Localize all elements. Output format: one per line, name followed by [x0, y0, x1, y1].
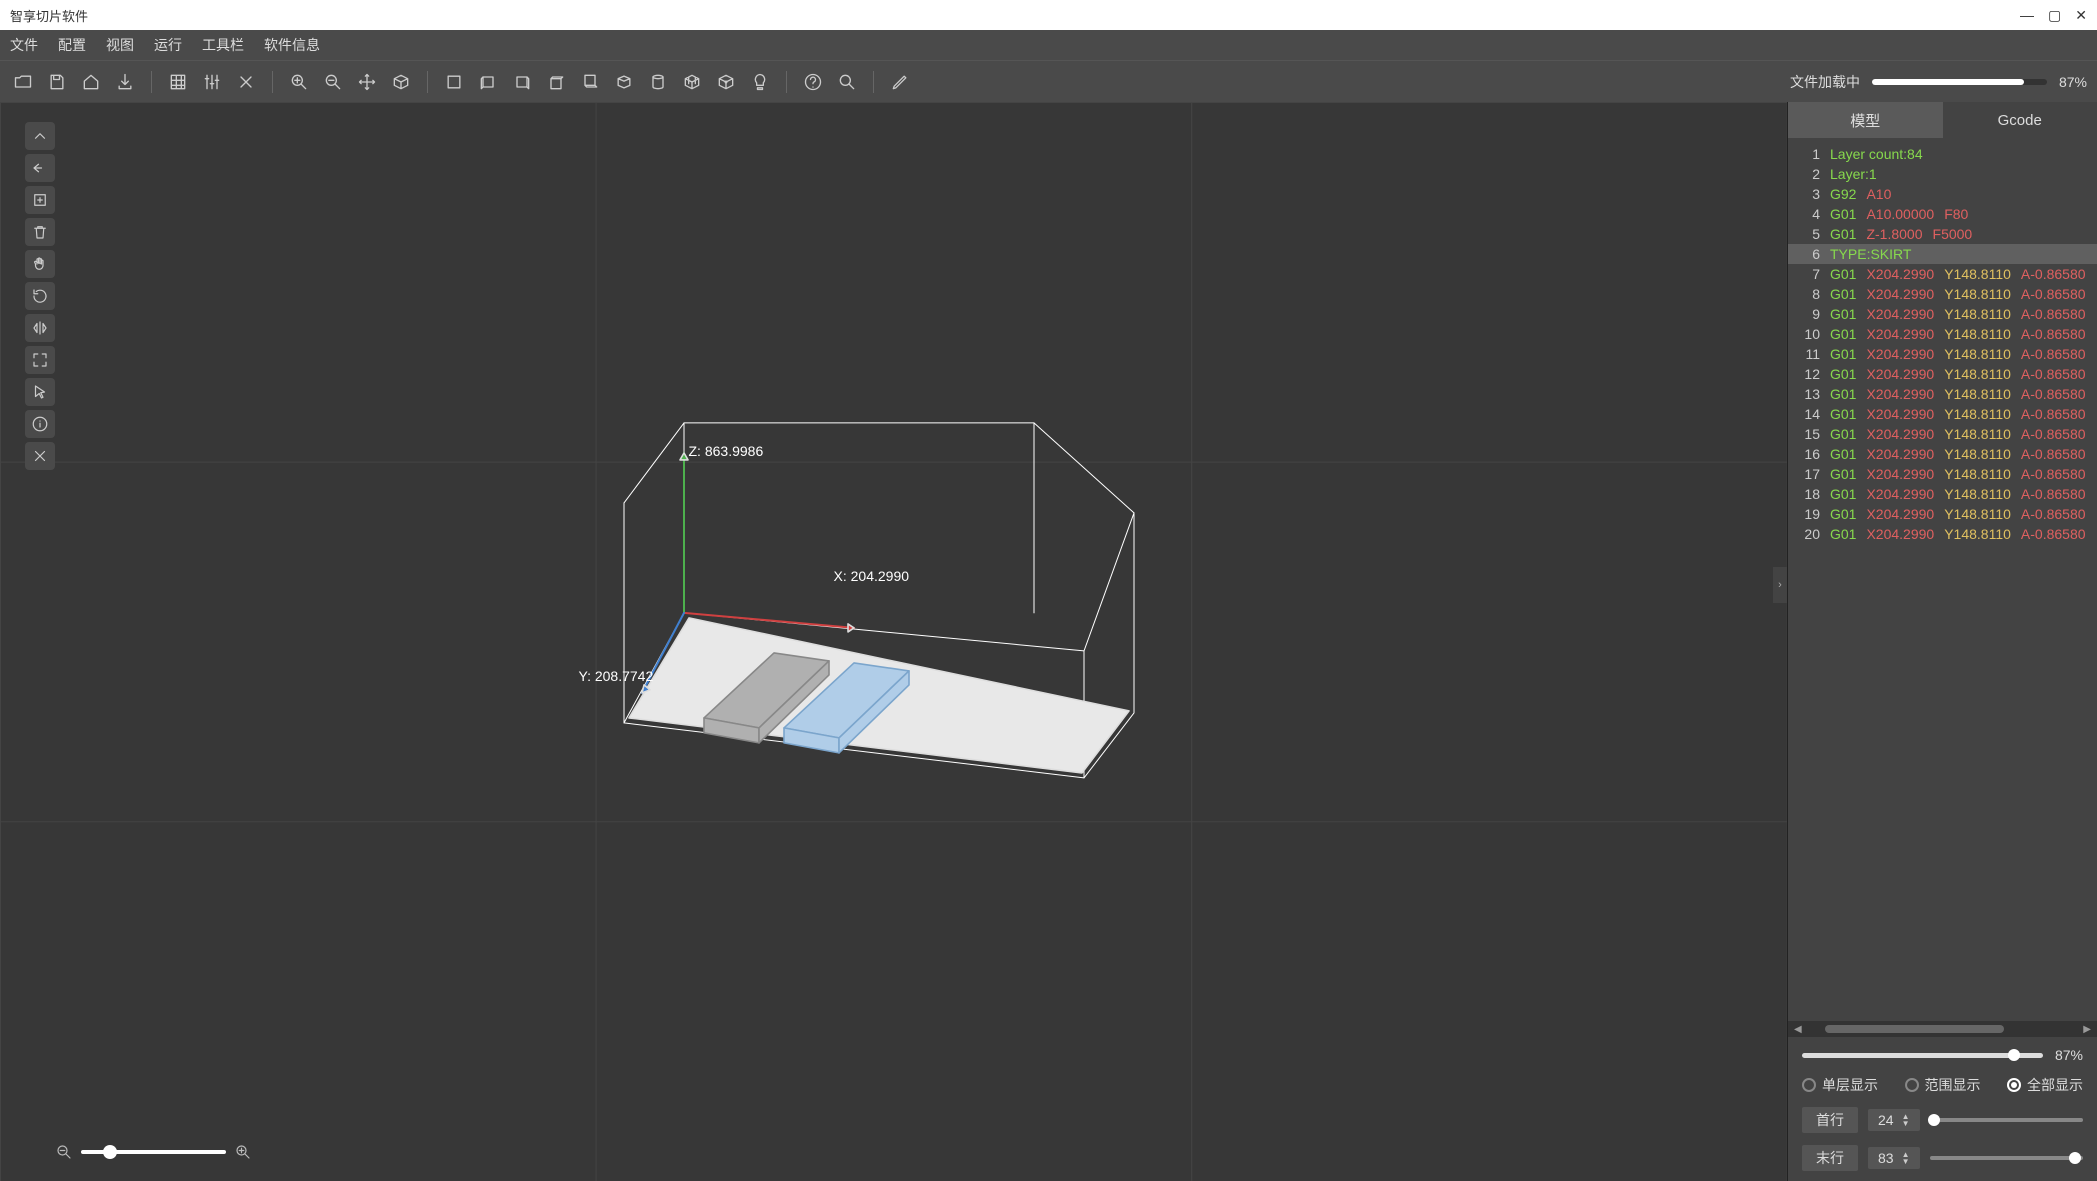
- gcode-row[interactable]: 19G01X204.2990Y148.8110A-0.86580: [1788, 504, 2097, 524]
- menu-config[interactable]: 配置: [58, 35, 86, 55]
- last-line-slider[interactable]: [1930, 1156, 2084, 1160]
- gcode-row[interactable]: 9G01X204.2990Y148.8110A-0.86580: [1788, 304, 2097, 324]
- radio-range[interactable]: 范围显示: [1905, 1075, 1981, 1095]
- radio-all[interactable]: 全部显示: [2007, 1075, 2083, 1095]
- z-axis-label: Z: 863.9986: [689, 442, 764, 458]
- zoom-out-icon[interactable]: [55, 1143, 73, 1161]
- cube-icon[interactable]: [388, 69, 414, 95]
- loading-pct: 87%: [2059, 74, 2087, 90]
- view-front-icon[interactable]: [441, 69, 467, 95]
- help-icon[interactable]: [800, 69, 826, 95]
- export-icon[interactable]: [112, 69, 138, 95]
- add-layer-icon[interactable]: [25, 186, 55, 214]
- loading-label: 文件加载中: [1790, 72, 1860, 92]
- tab-model[interactable]: 模型: [1788, 102, 1943, 138]
- gcode-row[interactable]: 18G01X204.2990Y148.8110A-0.86580: [1788, 484, 2097, 504]
- gcode-row[interactable]: 12G01X204.2990Y148.8110A-0.86580: [1788, 364, 2097, 384]
- toolbar: 文件加载中 87%: [0, 60, 2097, 102]
- gcode-row[interactable]: 14G01X204.2990Y148.8110A-0.86580: [1788, 404, 2097, 424]
- search-icon[interactable]: [834, 69, 860, 95]
- gcode-row[interactable]: 10G01X204.2990Y148.8110A-0.86580: [1788, 324, 2097, 344]
- tools-icon[interactable]: [25, 442, 55, 470]
- gcode-row[interactable]: 16G01X204.2990Y148.8110A-0.86580: [1788, 444, 2097, 464]
- pan-icon[interactable]: [25, 250, 55, 278]
- gcode-hscroll[interactable]: ◀▶: [1788, 1021, 2097, 1037]
- fullscreen-icon[interactable]: [25, 346, 55, 374]
- gcode-row[interactable]: 7G01X204.2990Y148.8110A-0.86580: [1788, 264, 2097, 284]
- zoom-slider[interactable]: [55, 1143, 252, 1161]
- title-bar: 智享切片软件 — ▢ ✕: [0, 0, 2097, 30]
- close-button[interactable]: ✕: [2075, 7, 2087, 24]
- side-panel: 模型 Gcode 1Layer count:842Layer:13G92A104…: [1787, 102, 2097, 1181]
- load-progress: [1872, 79, 2047, 85]
- first-line-slider[interactable]: [1930, 1118, 2084, 1122]
- collapse-panel-icon[interactable]: ›: [1773, 567, 1787, 603]
- home-icon[interactable]: [78, 69, 104, 95]
- view-top-icon[interactable]: [543, 69, 569, 95]
- view-iso-icon[interactable]: [611, 69, 637, 95]
- view-left-icon[interactable]: [475, 69, 501, 95]
- gcode-row[interactable]: 1Layer count:84: [1788, 144, 2097, 164]
- chevron-up-icon[interactable]: [25, 122, 55, 150]
- light-icon[interactable]: [747, 69, 773, 95]
- menu-view[interactable]: 视图: [106, 35, 134, 55]
- sliders-icon[interactable]: [199, 69, 225, 95]
- menu-toolbar[interactable]: 工具栏: [202, 35, 244, 55]
- last-line-label: 末行: [1802, 1145, 1858, 1171]
- x-axis-label: X: 204.2990: [834, 567, 910, 583]
- gcode-row[interactable]: 11G01X204.2990Y148.8110A-0.86580: [1788, 344, 2097, 364]
- radio-single-layer[interactable]: 单层显示: [1802, 1075, 1878, 1095]
- view-right-icon[interactable]: [509, 69, 535, 95]
- cursor-icon[interactable]: [25, 378, 55, 406]
- app-title: 智享切片软件: [10, 6, 88, 25]
- zoom-in-icon[interactable]: [286, 69, 312, 95]
- gcode-row[interactable]: 20G01X204.2990Y148.8110A-0.86580: [1788, 524, 2097, 544]
- mirror-icon[interactable]: [25, 314, 55, 342]
- gcode-row[interactable]: 4G01A10.00000F80: [1788, 204, 2097, 224]
- menu-bar: 文件 配置 视图 运行 工具栏 软件信息: [0, 30, 2097, 60]
- info-icon[interactable]: [25, 410, 55, 438]
- grid-icon[interactable]: [165, 69, 191, 95]
- wireframe-icon[interactable]: [679, 69, 705, 95]
- undo-icon[interactable]: [25, 154, 55, 182]
- minimize-button[interactable]: —: [2020, 7, 2034, 24]
- wrench-icon[interactable]: [233, 69, 259, 95]
- gcode-row[interactable]: 5G01Z-1.8000F5000: [1788, 224, 2097, 244]
- maximize-button[interactable]: ▢: [2048, 7, 2061, 24]
- first-line-label: 首行: [1802, 1107, 1858, 1133]
- menu-run[interactable]: 运行: [154, 35, 182, 55]
- gcode-row[interactable]: 17G01X204.2990Y148.8110A-0.86580: [1788, 464, 2097, 484]
- gcode-row[interactable]: 8G01X204.2990Y148.8110A-0.86580: [1788, 284, 2097, 304]
- trash-icon[interactable]: [25, 218, 55, 246]
- viewport-3d[interactable]: Z: 863.9986 X: 204.2990 Y: 208.7742: [0, 102, 1787, 1181]
- build-volume: Z: 863.9986 X: 204.2990 Y: 208.7742: [604, 412, 1184, 807]
- last-line-spinner[interactable]: 83▲▼: [1868, 1147, 1920, 1169]
- gcode-list[interactable]: 1Layer count:842Layer:13G92A104G01A10.00…: [1788, 138, 2097, 1021]
- open-icon[interactable]: [10, 69, 36, 95]
- move-icon[interactable]: [354, 69, 380, 95]
- gcode-row[interactable]: 3G92A10: [1788, 184, 2097, 204]
- preview-progress-slider[interactable]: [1802, 1053, 2043, 1058]
- gcode-row[interactable]: 2Layer:1: [1788, 164, 2097, 184]
- save-icon[interactable]: [44, 69, 70, 95]
- gcode-row[interactable]: 15G01X204.2990Y148.8110A-0.86580: [1788, 424, 2097, 444]
- tab-gcode[interactable]: Gcode: [1943, 102, 2097, 138]
- first-line-spinner[interactable]: 24▲▼: [1868, 1109, 1920, 1131]
- gcode-row[interactable]: 13G01X204.2990Y148.8110A-0.86580: [1788, 384, 2097, 404]
- preview-progress-pct: 87%: [2055, 1047, 2083, 1063]
- grid-cube-icon[interactable]: [713, 69, 739, 95]
- cylinder-icon[interactable]: [645, 69, 671, 95]
- y-axis-label: Y: 208.7742: [579, 667, 654, 683]
- gcode-row[interactable]: 6TYPE:SKIRT: [1788, 244, 2097, 264]
- menu-file[interactable]: 文件: [10, 35, 38, 55]
- rotate-icon[interactable]: [25, 282, 55, 310]
- left-tool-strip: [25, 122, 55, 470]
- menu-about[interactable]: 软件信息: [264, 35, 320, 55]
- view-bottom-icon[interactable]: [577, 69, 603, 95]
- zoom-in-icon[interactable]: [234, 1143, 252, 1161]
- zoom-out-icon[interactable]: [320, 69, 346, 95]
- edit-icon[interactable]: [887, 69, 913, 95]
